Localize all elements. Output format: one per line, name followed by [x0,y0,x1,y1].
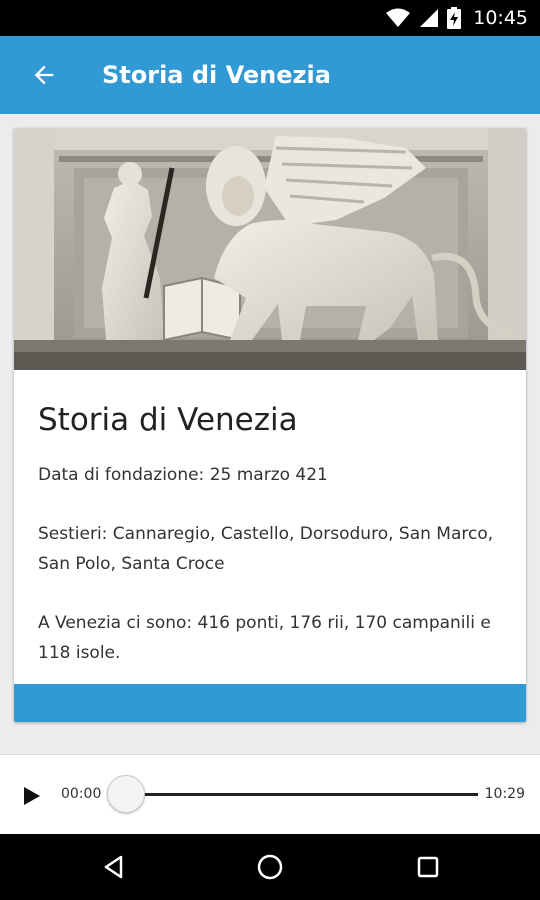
status-bar: 10:45 [0,0,540,36]
play-button[interactable] [16,781,46,811]
card-footer-bar [14,684,526,722]
play-icon [24,787,40,805]
back-triangle-icon [104,855,123,879]
info-card: Storia di Venezia Data di fondazione: 25… [14,128,526,722]
recents-square-icon [417,856,439,878]
wifi-icon [386,8,411,27]
content-area: Storia di Venezia Data di fondazione: 25… [0,114,540,754]
nav-back-button[interactable] [74,834,154,900]
facts-text: A Venezia ci sono: 416 ponti, 176 rii, 1… [38,613,491,663]
arrow-back-icon [34,65,54,85]
sestieri-text: Sestieri: Cannaregio, Castello, Dorsodur… [38,524,494,574]
status-icons: 10:45 [385,0,528,36]
audio-player: 00:00 10:29 [0,754,540,834]
nav-recents-button[interactable] [388,834,468,900]
status-time: 10:45 [473,7,528,29]
seek-bar[interactable] [126,793,478,796]
nav-home-button[interactable] [230,834,310,900]
navigation-bar [0,834,540,900]
app-bar: Storia di Venezia [0,36,540,114]
total-time: 10:29 [484,786,525,802]
page-title: Storia di Venezia [102,61,331,89]
battery-charging-icon [447,7,462,29]
current-time: 00:00 [61,786,102,802]
card-title: Storia di Venezia [38,402,298,438]
home-circle-icon [257,854,283,880]
winged-lion-relief-image [14,128,526,370]
seek-thumb[interactable] [107,775,145,813]
back-button[interactable] [0,36,92,114]
signal-icon [420,9,439,27]
founding-date-text: Data di fondazione: 25 marzo 421 [38,465,328,485]
card-body: Storia di Venezia Data di fondazione: 25… [14,370,526,697]
